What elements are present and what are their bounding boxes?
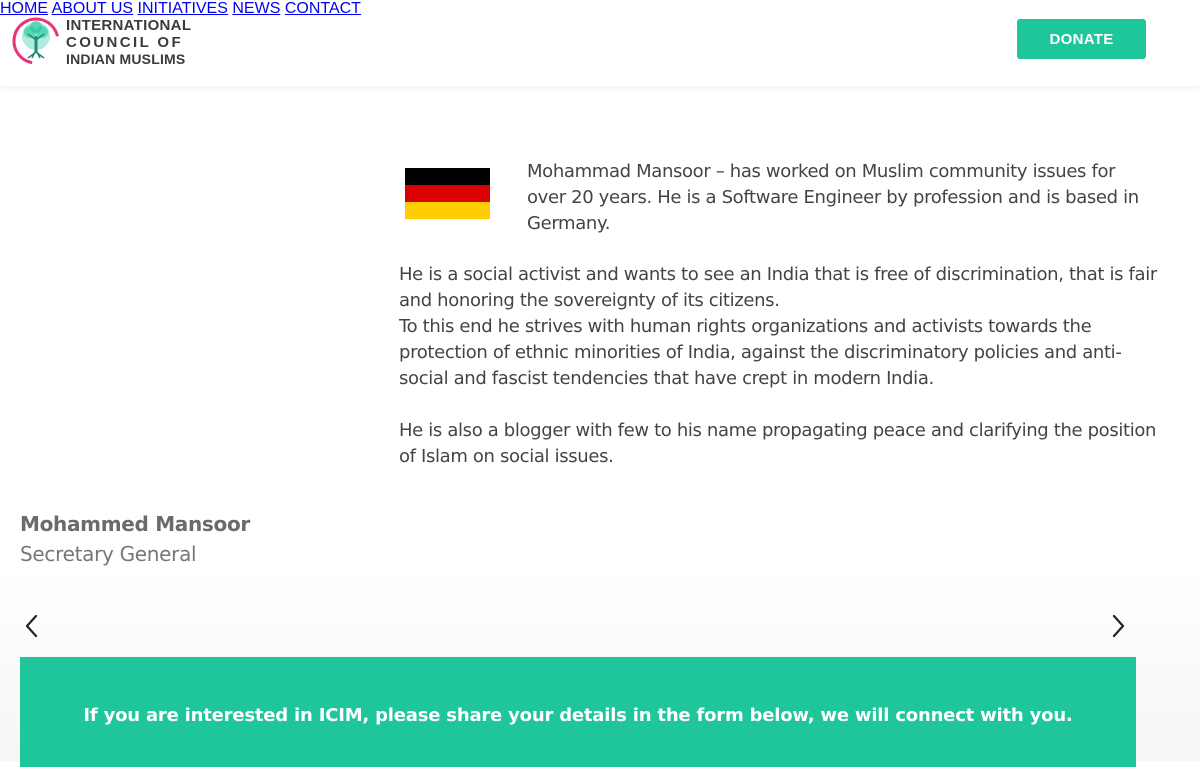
donate-button[interactable]: DONATE (1017, 19, 1146, 59)
flag-stripe-black (405, 168, 490, 185)
nav-news[interactable]: NEWS (232, 0, 280, 17)
brand-name: INTERNATIONAL COUNCIL OF INDIAN MUSLIMS (66, 17, 191, 68)
site-logo[interactable]: INTERNATIONAL COUNCIL OF INDIAN MUSLIMS (10, 14, 191, 70)
bio-activism-line-2: To this end he strives with human rights… (399, 316, 1122, 389)
bio-intro: Mohammad Mansoor – has worked on Muslim … (527, 161, 1139, 234)
chevron-right-icon (1112, 614, 1125, 638)
flag-stripe-gold (405, 202, 490, 219)
bio-activism-line-1: He is a social activist and wants to see… (399, 264, 1157, 311)
person-name: Mohammed Mansoor (20, 512, 250, 536)
bio-activism: He is a social activist and wants to see… (399, 262, 1159, 392)
contact-cta-banner: If you are interested in ICIM, please sh… (20, 657, 1136, 767)
site-header: INTERNATIONAL COUNCIL OF INDIAN MUSLIMS … (0, 0, 1200, 86)
chevron-left-icon (25, 614, 38, 638)
brand-line-3: INDIAN MUSLIMS (66, 50, 186, 67)
bio-blogging: He is also a blogger with few to his nam… (399, 420, 1157, 467)
cta-text: If you are interested in ICIM, please sh… (83, 705, 1073, 726)
brand-line-2: COUNCIL OF (66, 33, 184, 51)
germany-flag (405, 168, 490, 219)
flag-stripe-red (405, 185, 490, 202)
carousel-prev-button[interactable] (22, 612, 42, 640)
person-role: Secretary General (20, 542, 197, 566)
carousel-next-button[interactable] (1108, 612, 1128, 640)
brand-line-1: INTERNATIONAL (66, 16, 192, 34)
tree-icon (10, 14, 60, 70)
nav-contact[interactable]: CONTACT (285, 0, 361, 17)
